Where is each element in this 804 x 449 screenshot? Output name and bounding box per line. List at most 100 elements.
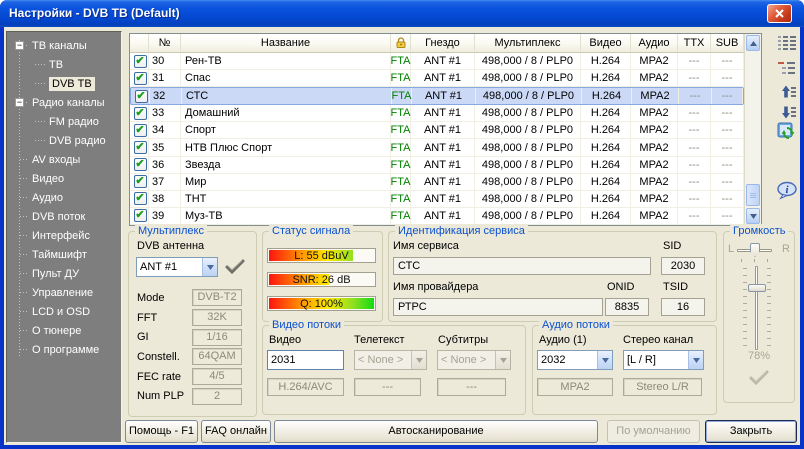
autoscan-button[interactable]: Автосканирование xyxy=(274,420,598,443)
move-down-button[interactable] xyxy=(775,101,799,123)
table-row[interactable]: ✔34СпортFTAANT #1498,000 / 8 / PLP0H.264… xyxy=(130,122,744,139)
window-title: Настройки - DVB ТВ (Default) xyxy=(9,6,180,20)
antenna-select[interactable]: ANT #1 xyxy=(136,257,218,277)
renumber-list-button[interactable] xyxy=(775,57,799,79)
sidebar-item-label: Пульт ДУ xyxy=(32,268,79,280)
close-button[interactable] xyxy=(767,4,792,23)
sidebar-item-dvb-tv[interactable]: DVB ТВ xyxy=(7,74,121,93)
subtitles-select-value: < None > xyxy=(438,354,495,366)
move-up-button[interactable] xyxy=(775,80,799,102)
column-header-audio[interactable]: Аудио xyxy=(631,34,678,53)
faq-button[interactable]: FAQ онлайн xyxy=(201,420,271,443)
sidebar-item-fm-radio[interactable]: FM радио xyxy=(7,112,121,131)
channel-list-button[interactable] xyxy=(775,32,799,54)
channel-checkbox[interactable]: ✔ xyxy=(134,72,147,85)
mux-field-value: DVB-T2 xyxy=(192,289,242,306)
antenna-label: DVB антенна xyxy=(137,240,204,252)
info-button[interactable]: i xyxy=(775,179,799,201)
sidebar-item-dvb-stream[interactable]: DVB поток xyxy=(7,207,121,226)
collapse-icon[interactable]: − xyxy=(15,41,24,50)
tick-mark xyxy=(767,338,771,339)
sidebar-item-about-app[interactable]: О программе xyxy=(7,340,121,359)
sidebar-item-audio[interactable]: Аудио xyxy=(7,188,121,207)
sid-field: 2030 xyxy=(661,257,705,275)
column-header-name[interactable]: Название xyxy=(181,34,391,53)
channel-checkbox[interactable]: ✔ xyxy=(134,158,147,171)
scroll-down-button[interactable] xyxy=(746,208,760,224)
table-row[interactable]: ✔36ЗвездаFTAANT #1498,000 / 8 / PLP0H.26… xyxy=(130,157,744,174)
cell-video: H.264 xyxy=(581,208,631,224)
column-header-sub[interactable]: SUB xyxy=(711,34,744,53)
cell-audio: MPA2 xyxy=(632,88,679,104)
cell-fta: FTA xyxy=(391,174,411,190)
column-header-lock[interactable] xyxy=(391,34,411,53)
sidebar-item-label: Радио каналы xyxy=(32,97,105,109)
table-row[interactable]: ✔37МирFTAANT #1498,000 / 8 / PLP0H.264MP… xyxy=(130,174,744,191)
table-row[interactable]: ✔39Муз-ТВFTAANT #1498,000 / 8 / PLP0H.26… xyxy=(130,208,744,225)
help-button[interactable]: Помощь - F1 xyxy=(125,420,198,443)
mux-field-value: 4/5 xyxy=(192,368,242,385)
stereo-select[interactable]: [L / R] xyxy=(623,350,704,370)
sidebar-item-about-tuner[interactable]: О тюнере xyxy=(7,321,121,340)
table-row[interactable]: ✔32СТСFTAANT #1498,000 / 8 / PLP0H.264MP… xyxy=(130,87,744,105)
sidebar-item-control[interactable]: Управление xyxy=(7,283,121,302)
sidebar-item-radio-channels[interactable]: −Радио каналы xyxy=(7,93,121,112)
close-dialog-button[interactable]: Закрыть xyxy=(705,420,797,443)
chevron-down-icon[interactable] xyxy=(688,351,703,369)
title-bar[interactable]: Настройки - DVB ТВ (Default) xyxy=(0,0,804,27)
column-header-mux[interactable]: Мультиплекс xyxy=(475,34,581,53)
sidebar-item-video[interactable]: Видео xyxy=(7,169,121,188)
table-row[interactable]: ✔38ТНТFTAANT #1498,000 / 8 / PLP0H.264MP… xyxy=(130,191,744,208)
table-row[interactable]: ✔33ДомашнийFTAANT #1498,000 / 8 / PLP0H.… xyxy=(130,105,744,122)
cell-fta: FTA xyxy=(392,88,412,104)
channel-checkbox[interactable]: ✔ xyxy=(135,90,148,103)
collapse-icon[interactable]: − xyxy=(15,98,24,107)
column-header-ttx[interactable]: TTX xyxy=(678,34,711,53)
chevron-down-icon[interactable] xyxy=(597,351,612,369)
web-update-button[interactable] xyxy=(775,121,799,143)
audio-pid-select[interactable]: 2032 xyxy=(537,350,613,370)
balance-thumb[interactable] xyxy=(750,243,760,257)
tick-mark xyxy=(743,324,747,325)
mux-fields: ModeDVB-T2FFT32KGI1/16Constell.64QAMFEC … xyxy=(137,288,242,406)
sidebar-item-label: DVB радио xyxy=(49,135,106,147)
channel-checkbox[interactable]: ✔ xyxy=(134,107,147,120)
cell-ttx: --- xyxy=(679,88,712,104)
table-row[interactable]: ✔35НТВ Плюс СпортFTAANT #1498,000 / 8 / … xyxy=(130,139,744,156)
column-header-socket[interactable]: Гнездо xyxy=(411,34,475,53)
video-pid-input[interactable] xyxy=(267,350,344,370)
column-header-num[interactable]: № xyxy=(149,34,181,53)
sidebar-item-lcd-osd[interactable]: LCD и OSD xyxy=(7,302,121,321)
channel-checkbox[interactable]: ✔ xyxy=(134,55,147,68)
sidebar-item-interface[interactable]: Интерфейс xyxy=(7,226,121,245)
sidebar-item-av-inputs[interactable]: AV входы xyxy=(7,150,121,169)
cell-num: 35 xyxy=(149,139,181,155)
volume-slider[interactable] xyxy=(755,266,758,350)
channel-checkbox[interactable]: ✔ xyxy=(134,192,147,205)
table-row[interactable]: ✔30Рен-ТВFTAANT #1498,000 / 8 / PLP0H.26… xyxy=(130,53,744,70)
table-scrollbar[interactable] xyxy=(744,34,761,225)
channel-checkbox[interactable]: ✔ xyxy=(134,175,147,188)
sidebar-item-remote[interactable]: Пульт ДУ xyxy=(7,264,121,283)
cell-audio: MPA2 xyxy=(631,122,678,138)
column-header-video[interactable]: Видео xyxy=(581,34,631,53)
subtitles-info-field: --- xyxy=(437,378,506,396)
sidebar-item-tv-channels[interactable]: −ТВ каналы xyxy=(7,36,121,55)
service-panel-title: Идентификация сервиса xyxy=(395,224,528,238)
scroll-thumb[interactable] xyxy=(746,184,760,206)
column-header-checkbox[interactable] xyxy=(130,34,149,53)
channel-checkbox[interactable]: ✔ xyxy=(134,141,147,154)
tick-mark xyxy=(743,289,747,290)
subtitles-label: Субтитры xyxy=(438,334,488,346)
channel-checkbox[interactable]: ✔ xyxy=(134,209,147,222)
sidebar-item-tv[interactable]: ТВ xyxy=(7,55,121,74)
antenna-apply-button[interactable] xyxy=(225,259,245,277)
sidebar-item-dvb-radio[interactable]: DVB радио xyxy=(7,131,121,150)
sidebar-item-timeshift[interactable]: Таймшифт xyxy=(7,245,121,264)
chevron-down-icon[interactable] xyxy=(202,258,217,276)
cell-name: Домашний xyxy=(181,105,391,121)
scroll-up-button[interactable] xyxy=(746,35,760,51)
table-row[interactable]: ✔31СпасFTAANT #1498,000 / 8 / PLP0H.264M… xyxy=(130,70,744,87)
channel-checkbox[interactable]: ✔ xyxy=(134,124,147,137)
volume-thumb[interactable] xyxy=(748,284,766,292)
